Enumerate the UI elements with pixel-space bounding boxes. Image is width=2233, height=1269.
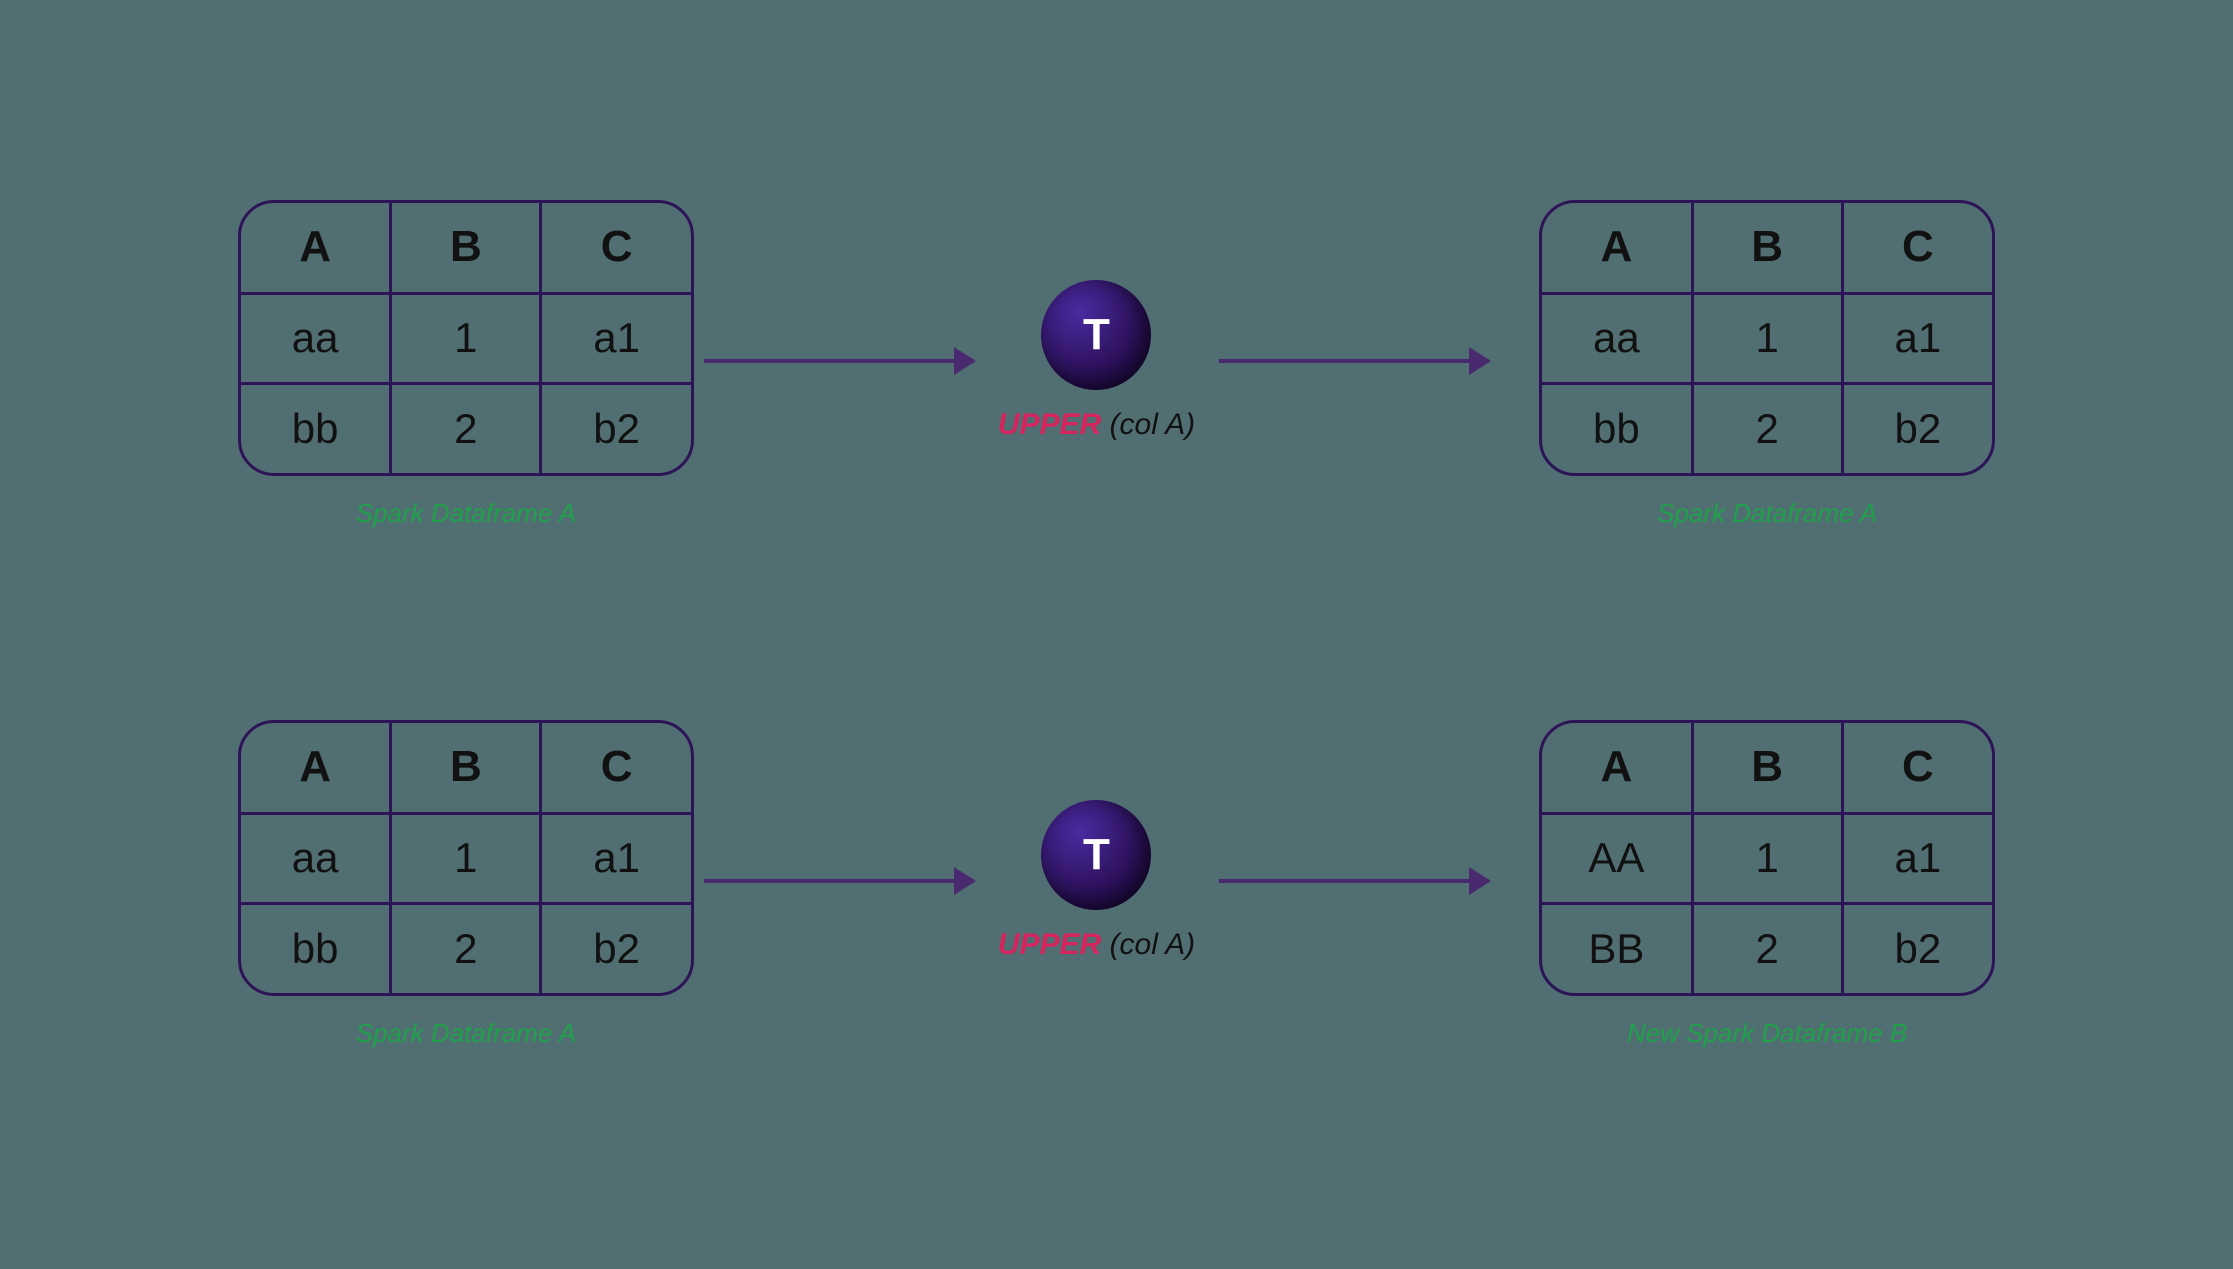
col-header: A [241,203,391,293]
left-dataframe-1: A B C aa 1 a1 bb 2 b2 Spark Dataframe A [238,200,694,529]
cell: bb [1542,383,1692,473]
cell-highlighted: AA [1542,813,1692,903]
dataframe-table: A B C aa 1 a1 bb 2 b2 [1542,203,1992,473]
cell: b2 [1842,383,1992,473]
table-wrap: A B C aa 1 a1 bb 2 b2 [238,200,694,476]
cell: 1 [391,813,541,903]
col-header: C [541,723,691,813]
transform-label-hot: UPPER [998,408,1101,441]
table-caption: New Spark Dataframe B [1627,1018,1907,1049]
dataframe-table: A B C AA 1 a1 BB 2 b2 [1542,723,1992,993]
transform-label-rest: (col A) [1101,928,1195,961]
table-row: BB 2 b2 [1542,903,1992,993]
table-header-row: A B C [1542,723,1992,813]
col-header: C [541,203,691,293]
dataframe-table: A B C aa 1 a1 bb 2 b2 [241,203,691,473]
cell: a1 [1842,293,1992,383]
table-row: aa 1 a1 [241,293,691,383]
col-header: B [1692,203,1842,293]
table-wrap: A B C AA 1 a1 BB 2 b2 [1539,720,1995,996]
col-header: C [1842,203,1992,293]
arrow-icon [704,879,974,883]
transform-label-rest: (col A) [1101,408,1195,441]
arrow-icon [704,359,974,363]
cell: b2 [541,903,691,993]
right-dataframe-2: A B C AA 1 a1 BB 2 b2 New Spark Datafram… [1539,720,1995,1049]
table-header-row: A B C [241,723,691,813]
flow-1: T UPPER (col A) [694,280,1499,442]
cell: aa [1542,293,1692,383]
table-row: bb 2 b2 [1542,383,1992,473]
cell: b2 [1842,903,1992,993]
arrow-icon [1219,359,1489,363]
table-row: bb 2 b2 [241,903,691,993]
cell: 1 [391,293,541,383]
cell: a1 [541,293,691,383]
arrow-icon [1219,879,1489,883]
dataframe-table: A B C aa 1 a1 bb 2 b2 [241,723,691,993]
table-row: aa 1 a1 [241,813,691,903]
cell: aa [241,813,391,903]
cell: 2 [391,903,541,993]
diagram-row-1: A B C aa 1 a1 bb 2 b2 Spark Dataframe A [0,200,2233,529]
right-dataframe-1: A B C aa 1 a1 bb 2 b2 Spark Dataframe A [1539,200,1995,529]
col-header: A [241,723,391,813]
table-header-row: A B C [1542,203,1992,293]
cell: 1 [1692,813,1842,903]
transform-node-2: T UPPER (col A) [998,800,1195,962]
table-caption: Spark Dataframe A [356,1018,576,1049]
cell: 2 [391,383,541,473]
left-dataframe-2: A B C aa 1 a1 bb 2 b2 Spark Dataframe A [238,720,694,1049]
col-header: B [391,723,541,813]
cell-highlighted: BB [1542,903,1692,993]
cell: b2 [541,383,691,473]
table-caption: Spark Dataframe A [1657,498,1877,529]
transform-label: UPPER (col A) [998,928,1195,962]
diagram-row-2: A B C aa 1 a1 bb 2 b2 Spark Dataframe A [0,720,2233,1049]
flow-2: T UPPER (col A) [694,800,1499,962]
cell: aa [241,293,391,383]
transform-label-hot: UPPER [998,928,1101,961]
cell: bb [241,383,391,473]
table-wrap: A B C aa 1 a1 bb 2 b2 [1539,200,1995,476]
transform-badge: T [1041,280,1151,390]
transform-label: UPPER (col A) [998,408,1195,442]
table-row: aa 1 a1 [1542,293,1992,383]
cell: 1 [1692,293,1842,383]
cell: bb [241,903,391,993]
cell: a1 [1842,813,1992,903]
cell: 2 [1692,903,1842,993]
table-header-row: A B C [241,203,691,293]
transform-badge: T [1041,800,1151,910]
col-header: B [391,203,541,293]
cell: a1 [541,813,691,903]
col-header: C [1842,723,1992,813]
cell: 2 [1692,383,1842,473]
table-row: AA 1 a1 [1542,813,1992,903]
table-row: bb 2 b2 [241,383,691,473]
table-caption: Spark Dataframe A [356,498,576,529]
col-header: B [1692,723,1842,813]
col-header: A [1542,723,1692,813]
table-wrap: A B C aa 1 a1 bb 2 b2 [238,720,694,996]
col-header: A [1542,203,1692,293]
transform-node-1: T UPPER (col A) [998,280,1195,442]
